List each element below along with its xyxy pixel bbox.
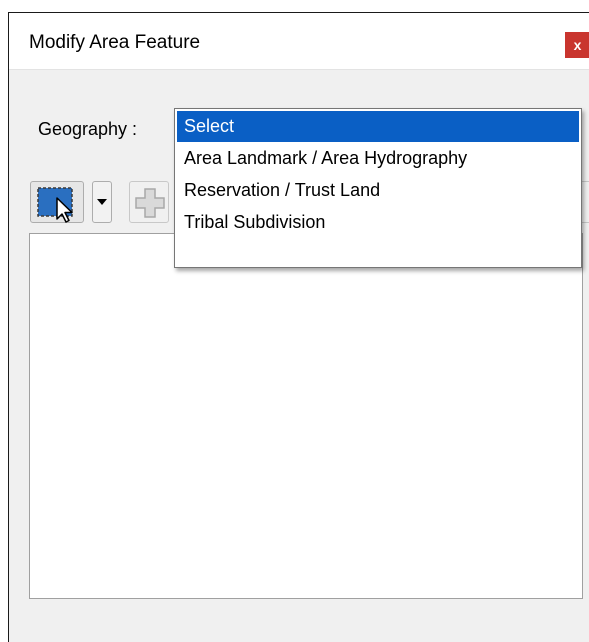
chevron-down-icon	[97, 199, 107, 205]
select-tool-group	[30, 181, 112, 223]
close-icon: x	[573, 37, 582, 53]
dropdown-option-tribal-subdivision[interactable]: Tribal Subdivision	[177, 207, 579, 238]
feature-list-panel[interactable]	[29, 233, 583, 599]
plus-icon	[135, 188, 165, 218]
select-arrow-icon	[37, 187, 73, 223]
add-feature-button[interactable]	[129, 181, 169, 223]
modify-area-feature-window: Modify Area Feature x Geography : Select…	[8, 12, 589, 642]
select-tool-button[interactable]	[30, 181, 84, 223]
window-title: Modify Area Feature	[29, 32, 201, 53]
dropdown-option-area-landmark[interactable]: Area Landmark / Area Hydrography	[177, 143, 579, 174]
close-button[interactable]: x	[565, 32, 589, 58]
dropdown-option-reservation[interactable]: Reservation / Trust Land	[177, 175, 579, 206]
select-tool-dropdown-button[interactable]	[92, 181, 112, 223]
dropdown-option-select[interactable]: Select	[177, 111, 579, 142]
geography-label: Geography :	[38, 119, 138, 139]
title-bar: Modify Area Feature x	[9, 13, 589, 70]
geography-dropdown-list[interactable]: Select Area Landmark / Area Hydrography …	[174, 108, 582, 268]
